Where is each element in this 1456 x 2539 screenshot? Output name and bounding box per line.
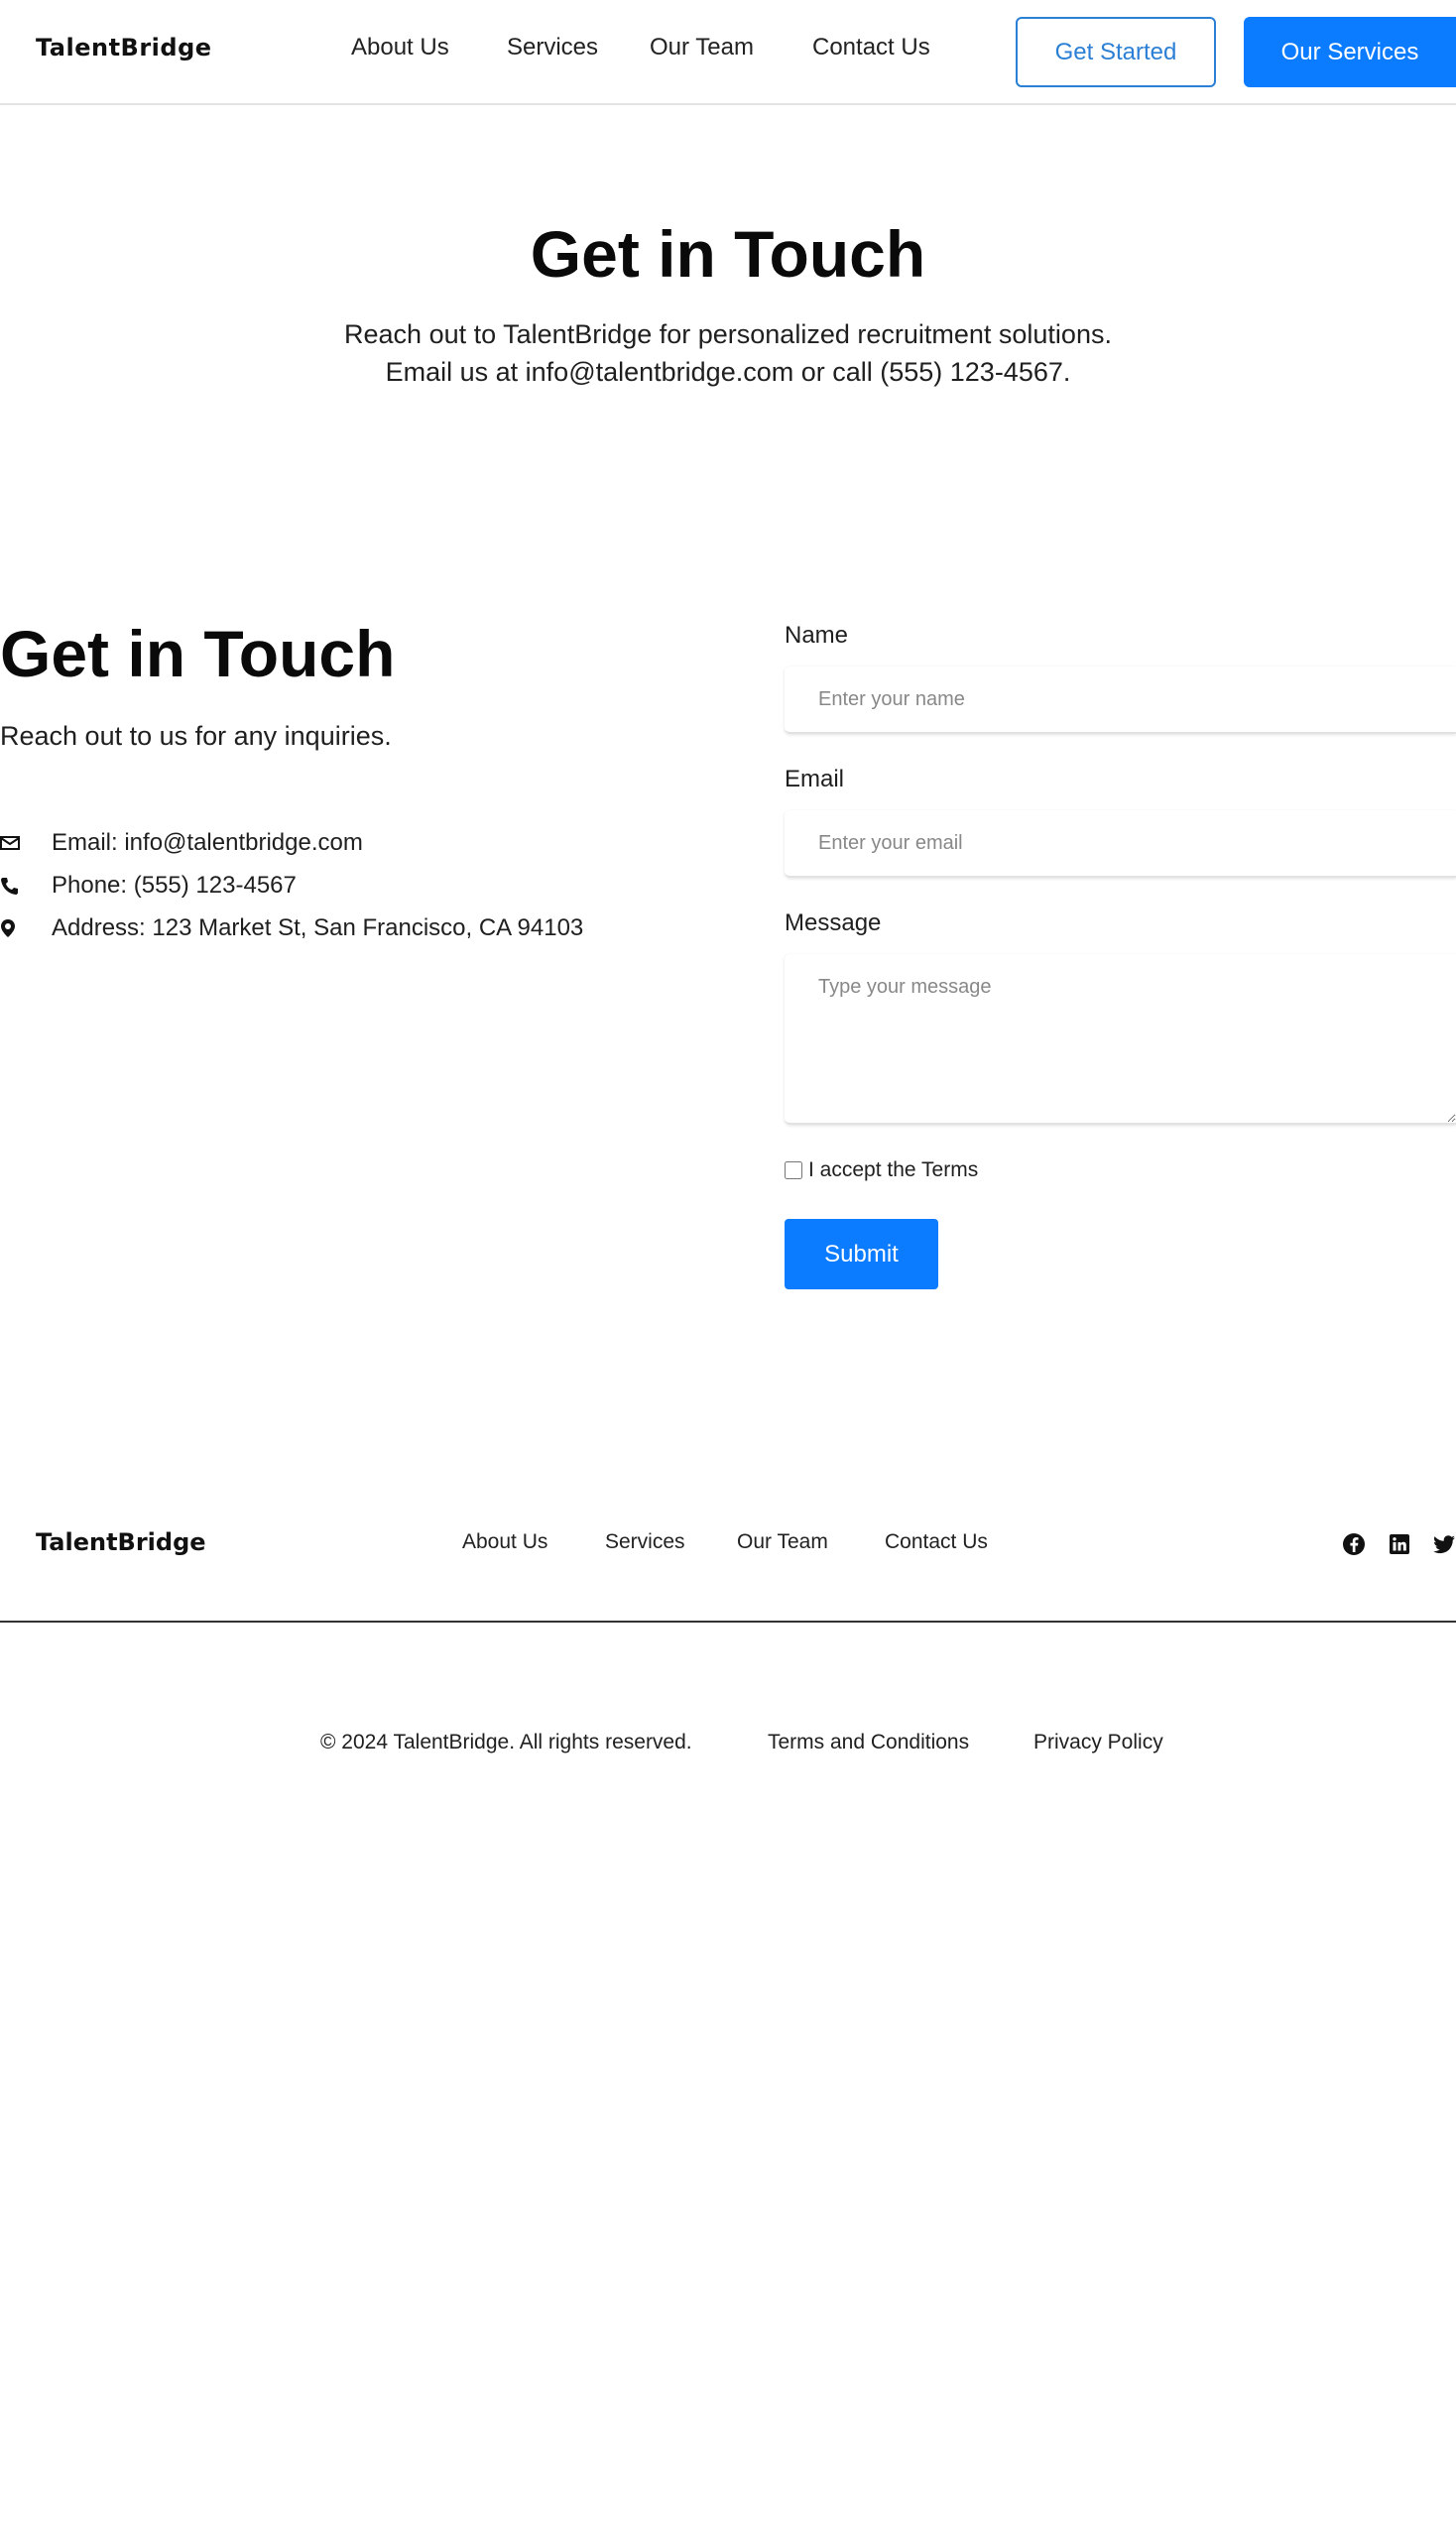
contact-phone: Phone: (555) 123-4567 <box>52 872 297 899</box>
name-label: Name <box>785 622 849 649</box>
footer-logo[interactable]: TalentBridge <box>36 1528 206 1556</box>
email-label: Email <box>785 766 845 792</box>
hero-line-2: Email us at info@talentbridge.com or cal… <box>385 357 1071 387</box>
site-header: TalentBridge About Us Services Our Team … <box>0 0 1456 105</box>
get-started-button[interactable]: Get Started <box>1016 17 1216 87</box>
name-field[interactable] <box>785 666 1456 734</box>
message-field[interactable] <box>785 954 1456 1125</box>
footer-nav-about-us[interactable]: About Us <box>462 1530 547 1554</box>
contact-email-row: Email: info@talentbridge.com <box>0 827 363 859</box>
contact-subtitle: Reach out to us for any inquiries. <box>0 721 392 751</box>
terms-checkbox[interactable] <box>785 1161 802 1179</box>
phone-icon <box>0 876 20 896</box>
terms-label[interactable]: I accept the Terms <box>808 1158 978 1182</box>
logo[interactable]: TalentBridge <box>36 34 212 61</box>
submit-button[interactable]: Submit <box>785 1219 938 1289</box>
facebook-icon[interactable] <box>1342 1532 1366 1556</box>
privacy-link[interactable]: Privacy Policy <box>1033 1731 1163 1754</box>
footer-nav-our-team[interactable]: Our Team <box>737 1530 828 1554</box>
nav-about-us[interactable]: About Us <box>351 34 449 61</box>
email-field[interactable] <box>785 810 1456 878</box>
terms-link[interactable]: Terms and Conditions <box>768 1731 969 1754</box>
linkedin-icon[interactable] <box>1388 1532 1411 1556</box>
nav-contact-us[interactable]: Contact Us <box>812 34 930 61</box>
footer-nav-services[interactable]: Services <box>605 1530 685 1554</box>
contact-email: Email: info@talentbridge.com <box>52 829 363 856</box>
page: TalentBridge About Us Services Our Team … <box>0 0 1456 2539</box>
contact-address-row: Address: 123 Market St, San Francisco, C… <box>0 912 583 944</box>
nav-services[interactable]: Services <box>507 34 598 61</box>
envelope-icon <box>0 833 20 853</box>
our-services-button[interactable]: Our Services <box>1244 17 1456 87</box>
twitter-icon[interactable] <box>1432 1532 1456 1556</box>
contact-phone-row: Phone: (555) 123-4567 <box>0 870 297 902</box>
contact-address: Address: 123 Market St, San Francisco, C… <box>52 914 584 941</box>
message-label: Message <box>785 909 882 936</box>
hero-line-1: Reach out to TalentBridge for personaliz… <box>344 319 1112 349</box>
map-pin-icon <box>0 918 20 938</box>
footer-nav-contact-us[interactable]: Contact Us <box>885 1530 988 1554</box>
nav-our-team[interactable]: Our Team <box>650 34 754 61</box>
footer-divider <box>0 1621 1456 1623</box>
hero-title: Get in Touch <box>530 217 926 291</box>
contact-title: Get in Touch <box>0 617 396 690</box>
terms-row: I accept the Terms <box>785 1158 978 1182</box>
copyright: © 2024 TalentBridge. All rights reserved… <box>320 1731 692 1753</box>
